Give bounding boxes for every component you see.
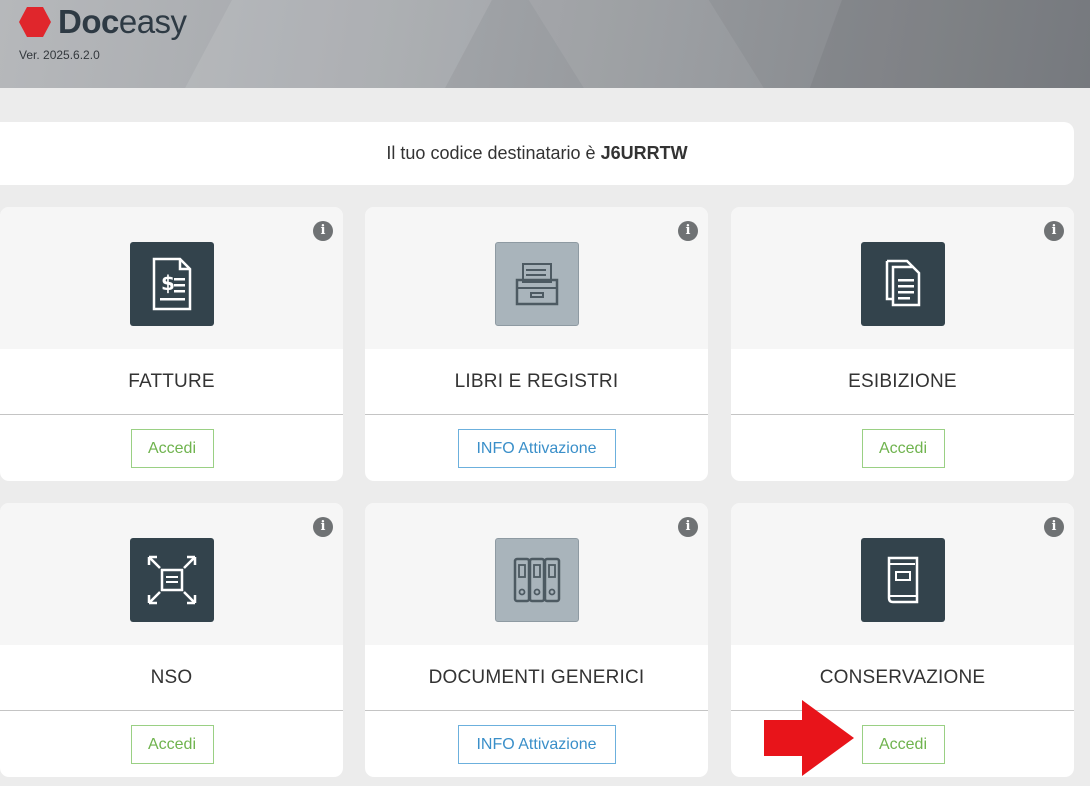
info-icon[interactable]: i <box>1044 221 1064 241</box>
card-documenti-generici: i DOCUMENTI GENERICI INFO Attivazione <box>365 503 708 777</box>
logo-text: Doceasy <box>58 3 187 40</box>
version-label: Ver. 2025.6.2.0 <box>19 48 100 62</box>
svg-text:$: $ <box>161 271 175 295</box>
info-icon[interactable]: i <box>1044 517 1064 537</box>
book-icon <box>860 538 945 622</box>
red-arrow-icon <box>764 700 854 776</box>
card-esibizione: i ESIBIZIONE Accedi <box>731 207 1074 481</box>
info-attivazione-button-libri[interactable]: INFO Attivazione <box>457 429 616 468</box>
documents-icon <box>860 242 945 326</box>
binders-icon <box>494 538 579 622</box>
info-icon[interactable]: i <box>313 221 333 241</box>
accedi-button-fatture[interactable]: Accedi <box>130 429 214 468</box>
logo-hexagon-icon <box>19 7 51 37</box>
info-icon[interactable]: i <box>678 221 698 241</box>
doceasy-logo[interactable]: Doceasy <box>18 2 187 42</box>
card-title: NSO <box>150 666 193 688</box>
card-libri-e-registri: i LIBRI E REGISTRI INFO Attivazione <box>365 207 708 481</box>
card-title: DOCUMENTI GENERICI <box>428 666 645 688</box>
recipient-code-banner: Il tuo codice destinatario è J6URRTW <box>0 122 1074 185</box>
info-icon[interactable]: i <box>313 517 333 537</box>
accedi-button-conservazione[interactable]: Accedi <box>861 725 945 764</box>
archive-drawer-icon <box>494 242 579 326</box>
recipient-code-label: Il tuo codice destinatario è <box>386 143 596 163</box>
accedi-button-esibizione[interactable]: Accedi <box>861 429 945 468</box>
document-exchange-icon <box>129 538 214 622</box>
invoice-icon: $ <box>129 242 214 326</box>
card-fatture: i $ FATTURE Accedi <box>0 207 343 481</box>
accedi-button-nso[interactable]: Accedi <box>130 725 214 764</box>
info-attivazione-button-documenti[interactable]: INFO Attivazione <box>457 725 616 764</box>
card-title: ESIBIZIONE <box>848 370 957 392</box>
recipient-code-value: J6URRTW <box>600 143 688 163</box>
card-title: FATTURE <box>128 370 215 392</box>
app-header: Doceasy Ver. 2025.6.2.0 <box>0 0 1090 88</box>
card-nso: i NSO Accedi <box>0 503 343 777</box>
info-icon[interactable]: i <box>678 517 698 537</box>
card-title: LIBRI E REGISTRI <box>454 370 619 392</box>
